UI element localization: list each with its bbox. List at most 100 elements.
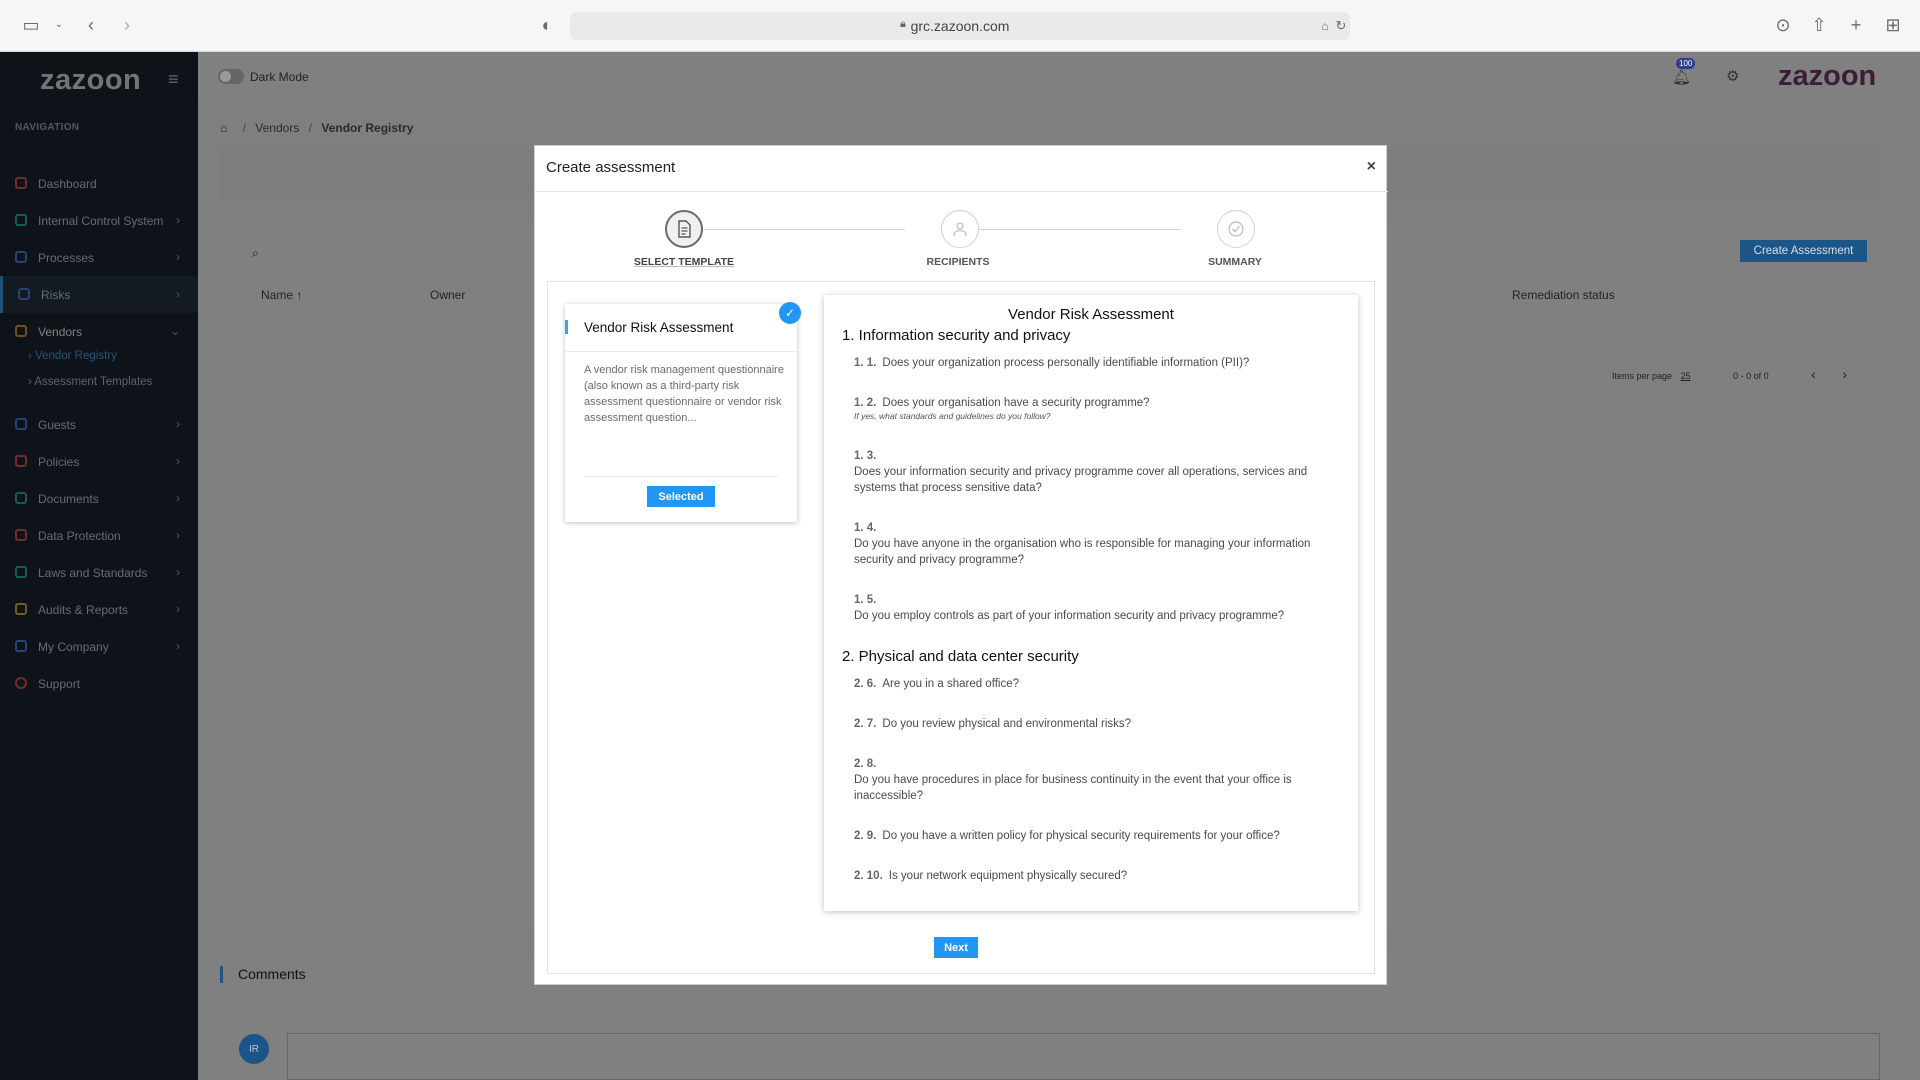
sidebar-item-policies[interactable]: Policies › xyxy=(0,443,198,480)
avatar: IR xyxy=(239,1034,269,1064)
url-text: grc.zazoon.com xyxy=(910,18,1010,34)
sidebar-item-dashboard[interactable]: Dashboard xyxy=(0,165,198,202)
sidebar-item-guests[interactable]: Guests › xyxy=(0,406,198,443)
column-header-owner[interactable]: Owner xyxy=(430,288,465,302)
template-card[interactable]: Vendor Risk Assessment A vendor risk man… xyxy=(565,304,797,522)
question-text: Do you have procedures in place for busi… xyxy=(854,774,1292,802)
dashboard-icon xyxy=(15,177,27,189)
tab-overview-icon[interactable]: ⊞ xyxy=(1882,14,1904,36)
menu-icon[interactable]: ≡ xyxy=(168,69,179,90)
sidebar-item-label: Internal Control System xyxy=(38,213,164,228)
sidebar-item-data-protection[interactable]: Data Protection › xyxy=(0,517,198,554)
breadcrumb: ⌂ / Vendors / Vendor Registry xyxy=(220,121,413,135)
next-button[interactable]: Next xyxy=(934,937,978,958)
question-item: 2. 8. Do you have procedures in place fo… xyxy=(854,756,1350,804)
step-label-summary: SUMMARY xyxy=(1208,256,1262,268)
sidebar-item-vendors[interactable]: Vendors ⌄ xyxy=(0,313,198,350)
question-item: 1. 1. Does your organization process pers… xyxy=(854,355,1350,371)
sidebar-subitem-vendor-registry[interactable]: › Vendor Registry xyxy=(28,350,117,362)
divider xyxy=(565,351,797,352)
document-icon xyxy=(678,220,691,238)
sidebar-item-support[interactable]: Support xyxy=(0,665,198,702)
sidebar-item-internal-control-system[interactable]: Internal Control System › xyxy=(0,202,198,239)
question-number: 2. 6. xyxy=(854,678,877,690)
chevron-right-icon: › xyxy=(176,250,180,264)
control-icon xyxy=(15,214,27,226)
preview-title: Vendor Risk Assessment xyxy=(1008,306,1174,323)
sidebar-item-risks[interactable]: Risks › xyxy=(0,276,198,313)
sidebar-item-label: Dashboard xyxy=(38,176,97,191)
template-preview: Vendor Risk Assessment 1. Information se… xyxy=(824,295,1358,911)
back-icon[interactable]: ‹ xyxy=(80,14,102,36)
address-bar[interactable]: 🔒︎ grc.zazoon.com ⌂ ↻ xyxy=(570,12,1350,40)
chevron-right-icon: › xyxy=(176,491,180,505)
comments-accent-bar xyxy=(220,966,223,983)
nav-heading: NAVIGATION xyxy=(15,122,80,133)
sidebar-toggle-icon[interactable]: ▭ xyxy=(20,14,42,36)
chevron-down-icon[interactable]: ⌄ xyxy=(48,14,70,36)
risks-icon xyxy=(18,288,30,300)
step-summary[interactable] xyxy=(1217,210,1255,248)
question-text: Does your information security and priva… xyxy=(854,466,1308,494)
sidebar-item-audits-reports[interactable]: Audits & Reports › xyxy=(0,591,198,628)
column-header-name[interactable]: Name ↑ xyxy=(261,288,302,302)
create-assessment-button[interactable]: Create Assessment xyxy=(1740,240,1867,262)
question-item: 1. 2. Does your organisation have a secur… xyxy=(854,395,1350,411)
processes-icon xyxy=(15,251,27,263)
sidebar-item-laws-and-standards[interactable]: Laws and Standards › xyxy=(0,554,198,591)
bell-icon[interactable]: 🔔︎ xyxy=(1672,68,1691,86)
section-heading: 2. Physical and data center security xyxy=(842,648,1079,665)
shield-icon xyxy=(15,566,27,578)
guests-icon xyxy=(15,418,27,430)
forward-icon[interactable]: › xyxy=(116,14,138,36)
question-item: 2. 7. Do you review physical and environm… xyxy=(854,716,1350,732)
sidebar-item-label: Audits & Reports xyxy=(38,602,129,617)
app-logo[interactable]: zazoon xyxy=(40,64,141,97)
question-number: 1. 5. xyxy=(854,594,877,606)
modal-header: Create assessment × xyxy=(535,146,1388,192)
sidebar-item-label: Data Protection xyxy=(38,528,121,543)
question-text: Do you employ controls as part of your i… xyxy=(854,610,1285,622)
question-item: 2. 10. Is your network equipment physical… xyxy=(854,868,1350,884)
template-accent-bar xyxy=(565,320,568,334)
items-per-page-select[interactable]: 25 xyxy=(1681,371,1691,381)
chevron-right-icon: › xyxy=(176,528,180,542)
prev-page-icon[interactable]: ‹ xyxy=(1811,366,1816,382)
column-header-remediation-status[interactable]: Remediation status xyxy=(1512,288,1615,302)
selected-button[interactable]: Selected xyxy=(647,486,715,507)
step-recipients[interactable] xyxy=(941,210,979,248)
sidebar-subitem-assessment-templates[interactable]: › Assessment Templates xyxy=(28,376,152,388)
share-icon[interactable]: ⇧ xyxy=(1808,14,1830,36)
new-tab-icon[interactable]: + xyxy=(1845,14,1867,36)
home-icon[interactable]: ⌂ xyxy=(220,121,227,135)
chevron-right-icon: › xyxy=(176,602,180,616)
question-number: 1. 3. xyxy=(854,450,877,462)
dark-mode-toggle[interactable] xyxy=(218,69,244,84)
close-icon[interactable]: × xyxy=(1367,158,1376,176)
search-icon[interactable]: ⌕ xyxy=(252,246,259,261)
sidebar-item-documents[interactable]: Documents › xyxy=(0,480,198,517)
check-icon: ✓ xyxy=(779,302,801,324)
question-item: 1. 3. Does your information security and… xyxy=(854,448,1350,496)
breadcrumb-vendors[interactable]: Vendors xyxy=(255,121,299,135)
chart-icon xyxy=(15,603,27,615)
company-logo: zazoon xyxy=(1778,60,1877,92)
step-select-template[interactable] xyxy=(665,210,703,248)
lock-icon xyxy=(15,529,27,541)
shield-icon[interactable]: ◐ xyxy=(536,14,558,36)
user-icon xyxy=(953,222,967,237)
support-icon xyxy=(15,677,27,689)
download-icon[interactable]: ⊙ xyxy=(1772,14,1794,36)
next-page-icon[interactable]: › xyxy=(1842,366,1847,382)
gear-icon[interactable]: ⚙︎ xyxy=(1726,67,1739,85)
check-circle-icon xyxy=(1228,221,1244,237)
chevron-right-icon: › xyxy=(176,639,180,653)
reload-icon[interactable]: ↻ xyxy=(1330,15,1352,37)
question-item: 2. 9. Do you have a written policy for ph… xyxy=(854,828,1350,844)
question-number: 1. 4. xyxy=(854,522,877,534)
template-title: Vendor Risk Assessment xyxy=(584,320,734,335)
sidebar-item-my-company[interactable]: My Company › xyxy=(0,628,198,665)
comment-input[interactable] xyxy=(287,1033,1880,1080)
sidebar-item-label: Risks xyxy=(41,287,71,302)
sidebar-item-processes[interactable]: Processes › xyxy=(0,239,198,276)
